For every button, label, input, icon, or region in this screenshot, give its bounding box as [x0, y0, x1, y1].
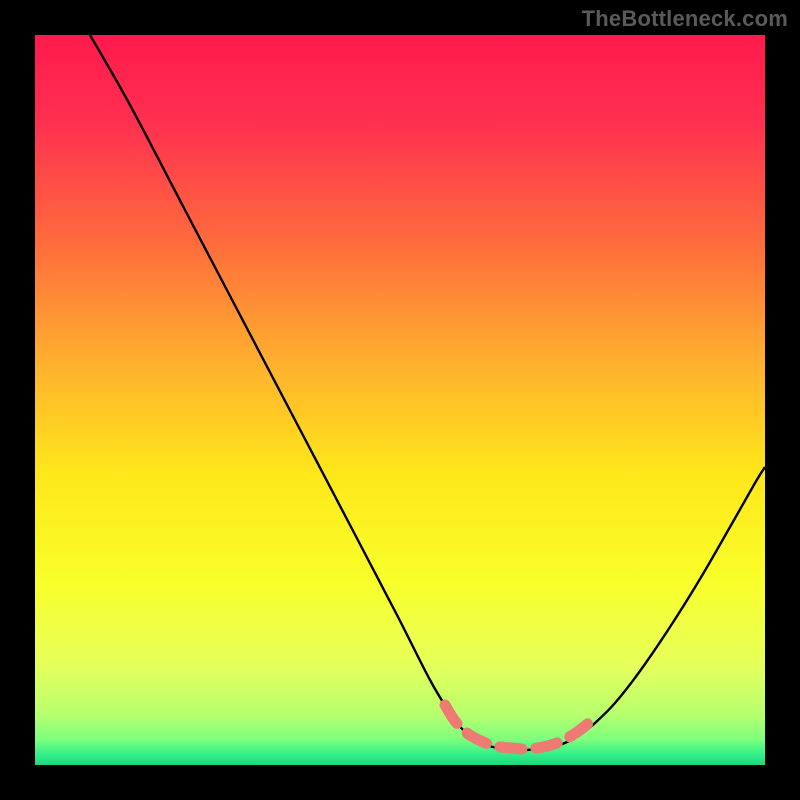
watermark-text: TheBottleneck.com: [582, 6, 788, 32]
chart-svg: [35, 35, 765, 765]
gradient-background: [35, 35, 765, 765]
chart-frame: TheBottleneck.com: [0, 0, 800, 800]
plot-area: [35, 35, 765, 765]
